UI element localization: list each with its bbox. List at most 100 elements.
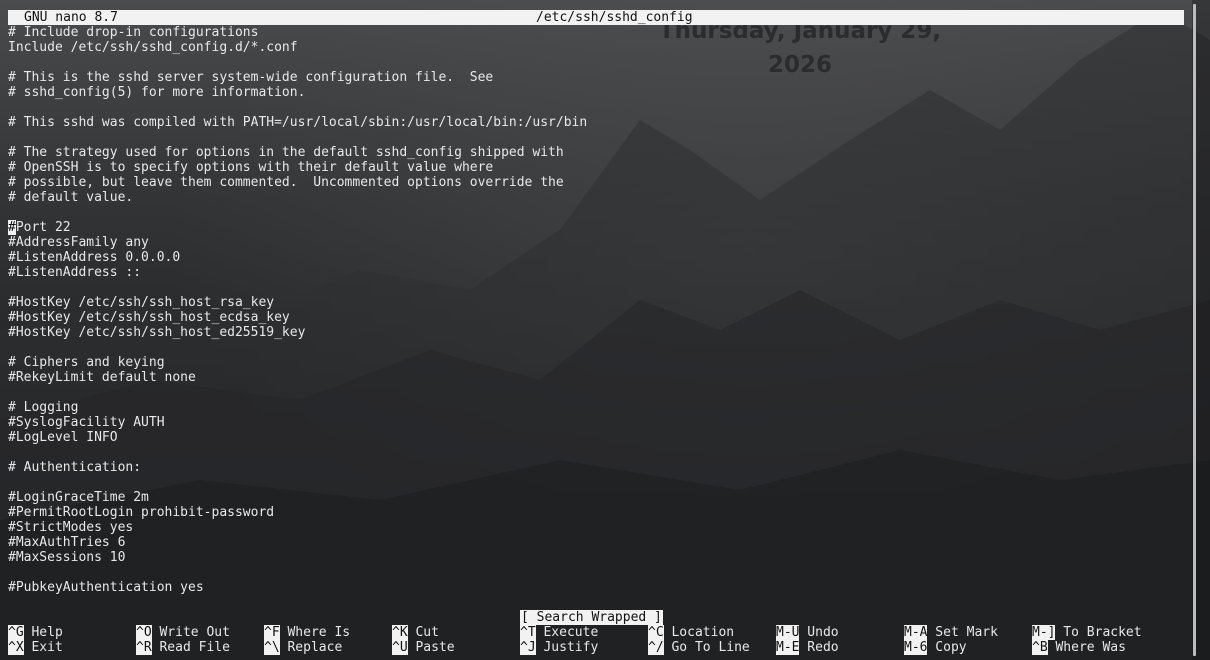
shortcut-execute[interactable]: ^T Execute	[520, 625, 598, 640]
shortcut-label: Execute	[535, 625, 599, 640]
editor-line[interactable]: # Ciphers and keying	[8, 355, 1188, 370]
editor-line[interactable]	[8, 445, 1188, 460]
editor-line[interactable]	[8, 100, 1188, 115]
shortcut-exit[interactable]: ^X Exit	[8, 640, 63, 655]
shortcut-key: ^C	[648, 625, 664, 640]
shortcut-label: Replace	[279, 640, 343, 655]
nano-filename: /etc/ssh/sshd_config	[536, 10, 693, 25]
editor-line[interactable]: # This sshd was compiled with PATH=/usr/…	[8, 115, 1188, 130]
shortcut-key: ^R	[136, 640, 152, 655]
shortcut-copy[interactable]: M-6 Copy	[904, 640, 967, 655]
shortcut-go-to-line[interactable]: ^/ Go To Line	[648, 640, 750, 655]
shortcut-key: ^O	[136, 625, 152, 640]
shortcut-label: Set Mark	[927, 625, 998, 640]
editor-line[interactable]: # possible, but leave them commented. Un…	[8, 175, 1188, 190]
editor-line[interactable]: #MaxSessions 10	[8, 550, 1188, 565]
editor-line[interactable]	[8, 475, 1188, 490]
shortcut-label: Help	[23, 625, 63, 640]
shortcut-key: ^T	[520, 625, 536, 640]
shortcut-key: ^K	[392, 625, 408, 640]
editor-line[interactable]: #HostKey /etc/ssh/ssh_host_rsa_key	[8, 295, 1188, 310]
shortcut-label: Write Out	[151, 625, 230, 640]
shortcut-location[interactable]: ^C Location	[648, 625, 734, 640]
shortcut-label: Paste	[407, 640, 455, 655]
shortcut-help[interactable]: ^G Help	[8, 625, 63, 640]
editor-line[interactable]	[8, 280, 1188, 295]
editor-line[interactable]: # OpenSSH is to specify options with the…	[8, 160, 1188, 175]
editor-line[interactable]: # The strategy used for options in the d…	[8, 145, 1188, 160]
editor-line[interactable]: #AddressFamily any	[8, 235, 1188, 250]
shortcut-replace[interactable]: ^\ Replace	[264, 640, 342, 655]
shortcut-key: M-E	[776, 640, 800, 655]
shortcut-key: ^F	[264, 625, 280, 640]
editor-line[interactable]: #Port 22	[8, 220, 1188, 235]
shortcut-label: Redo	[799, 640, 839, 655]
editor-line[interactable]	[8, 340, 1188, 355]
shortcut-label: To Bracket	[1055, 625, 1142, 640]
editor-line[interactable]: #LogLevel INFO	[8, 430, 1188, 445]
shortcut-label: Where Was	[1047, 640, 1126, 655]
nano-titlebar: GNU nano 8.7 /etc/ssh/sshd_config	[8, 10, 1184, 25]
editor-line[interactable]	[8, 130, 1188, 145]
editor-buffer[interactable]: # Include drop-in configurations Include …	[8, 25, 1188, 595]
editor-line[interactable]: # Include drop-in configurations	[8, 25, 1188, 40]
status-message: [ Search Wrapped ]	[520, 610, 663, 625]
editor-line[interactable]: #PubkeyAuthentication yes	[8, 580, 1188, 595]
editor-line[interactable]	[8, 55, 1188, 70]
shortcut-read-file[interactable]: ^R Read File	[136, 640, 230, 655]
shortcut-label: Go To Line	[663, 640, 750, 655]
shortcut-key: ^G	[8, 625, 24, 640]
shortcut-label: Location	[663, 625, 735, 640]
editor-line[interactable]: #SyslogFacility AUTH	[8, 415, 1188, 430]
shortcut-key: ^J	[520, 640, 536, 655]
shortcut-redo[interactable]: M-E Redo	[776, 640, 839, 655]
editor-line[interactable]: #HostKey /etc/ssh/ssh_host_ed25519_key	[8, 325, 1188, 340]
editor-line[interactable]: Include /etc/ssh/sshd_config.d/*.conf	[8, 40, 1188, 55]
shortcut-undo[interactable]: M-U Undo	[776, 625, 839, 640]
editor-line[interactable]: # default value.	[8, 190, 1188, 205]
shortcut-key: M-6	[904, 640, 928, 655]
shortcut-key: ^B	[1032, 640, 1048, 655]
editor-line[interactable]: # Logging	[8, 400, 1188, 415]
shortcut-row-2: ^X Exit ^R Read File ^\ Replace ^U Paste ^J …	[8, 640, 1188, 655]
shortcut-to-bracket[interactable]: M-] To Bracket	[1032, 625, 1142, 640]
editor-line[interactable]	[8, 205, 1188, 220]
nano-app-version: GNU nano 8.7	[24, 10, 118, 25]
shortcut-paste[interactable]: ^U Paste	[392, 640, 455, 655]
shortcut-justify[interactable]: ^J Justify	[520, 640, 598, 655]
shortcut-key: ^U	[392, 640, 408, 655]
shortcut-key: M-A	[904, 625, 928, 640]
desktop-screen: Thursday, January 29, 2026 GNU nano 8.7 …	[0, 0, 1210, 660]
shortcut-label: Exit	[23, 640, 63, 655]
editor-line[interactable]: # This is the sshd server system-wide co…	[8, 70, 1188, 85]
shortcut-label: Copy	[927, 640, 967, 655]
shortcut-row-1: ^G Help ^O Write Out ^F Where Is ^K Cut ^T E…	[8, 625, 1188, 640]
scrollbar-thumb[interactable]	[1193, 4, 1196, 656]
editor-line[interactable]: #HostKey /etc/ssh/ssh_host_ecdsa_key	[8, 310, 1188, 325]
editor-line[interactable]: # sshd_config(5) for more information.	[8, 85, 1188, 100]
editor-line[interactable]: #PermitRootLogin prohibit-password	[8, 505, 1188, 520]
editor-line[interactable]: #LoginGraceTime 2m	[8, 490, 1188, 505]
shortcut-key: ^\	[264, 640, 280, 655]
text-cursor: #	[8, 220, 16, 235]
shortcut-cut[interactable]: ^K Cut	[392, 625, 439, 640]
editor-line[interactable]: #StrictModes yes	[8, 520, 1188, 535]
shortcut-write-out[interactable]: ^O Write Out	[136, 625, 230, 640]
editor-line[interactable]: #RekeyLimit default none	[8, 370, 1188, 385]
editor-line[interactable]: #MaxAuthTries 6	[8, 535, 1188, 550]
shortcut-set-mark[interactable]: M-A Set Mark	[904, 625, 998, 640]
shortcut-key: M-U	[776, 625, 800, 640]
shortcut-where-is[interactable]: ^F Where Is	[264, 625, 350, 640]
shortcut-label: Justify	[535, 640, 599, 655]
editor-line[interactable]	[8, 565, 1188, 580]
shortcut-label: Where Is	[279, 625, 351, 640]
editor-line[interactable]: # Authentication:	[8, 460, 1188, 475]
shortcut-key: ^/	[648, 640, 664, 655]
shortcut-label: Undo	[799, 625, 839, 640]
shortcut-label: Cut	[407, 625, 439, 640]
editor-line[interactable]: #ListenAddress ::	[8, 265, 1188, 280]
editor-line[interactable]	[8, 385, 1188, 400]
shortcut-where-was[interactable]: ^B Where Was	[1032, 640, 1126, 655]
editor-line[interactable]: #ListenAddress 0.0.0.0	[8, 250, 1188, 265]
terminal-window[interactable]: GNU nano 8.7 /etc/ssh/sshd_config # Incl…	[0, 0, 1192, 660]
